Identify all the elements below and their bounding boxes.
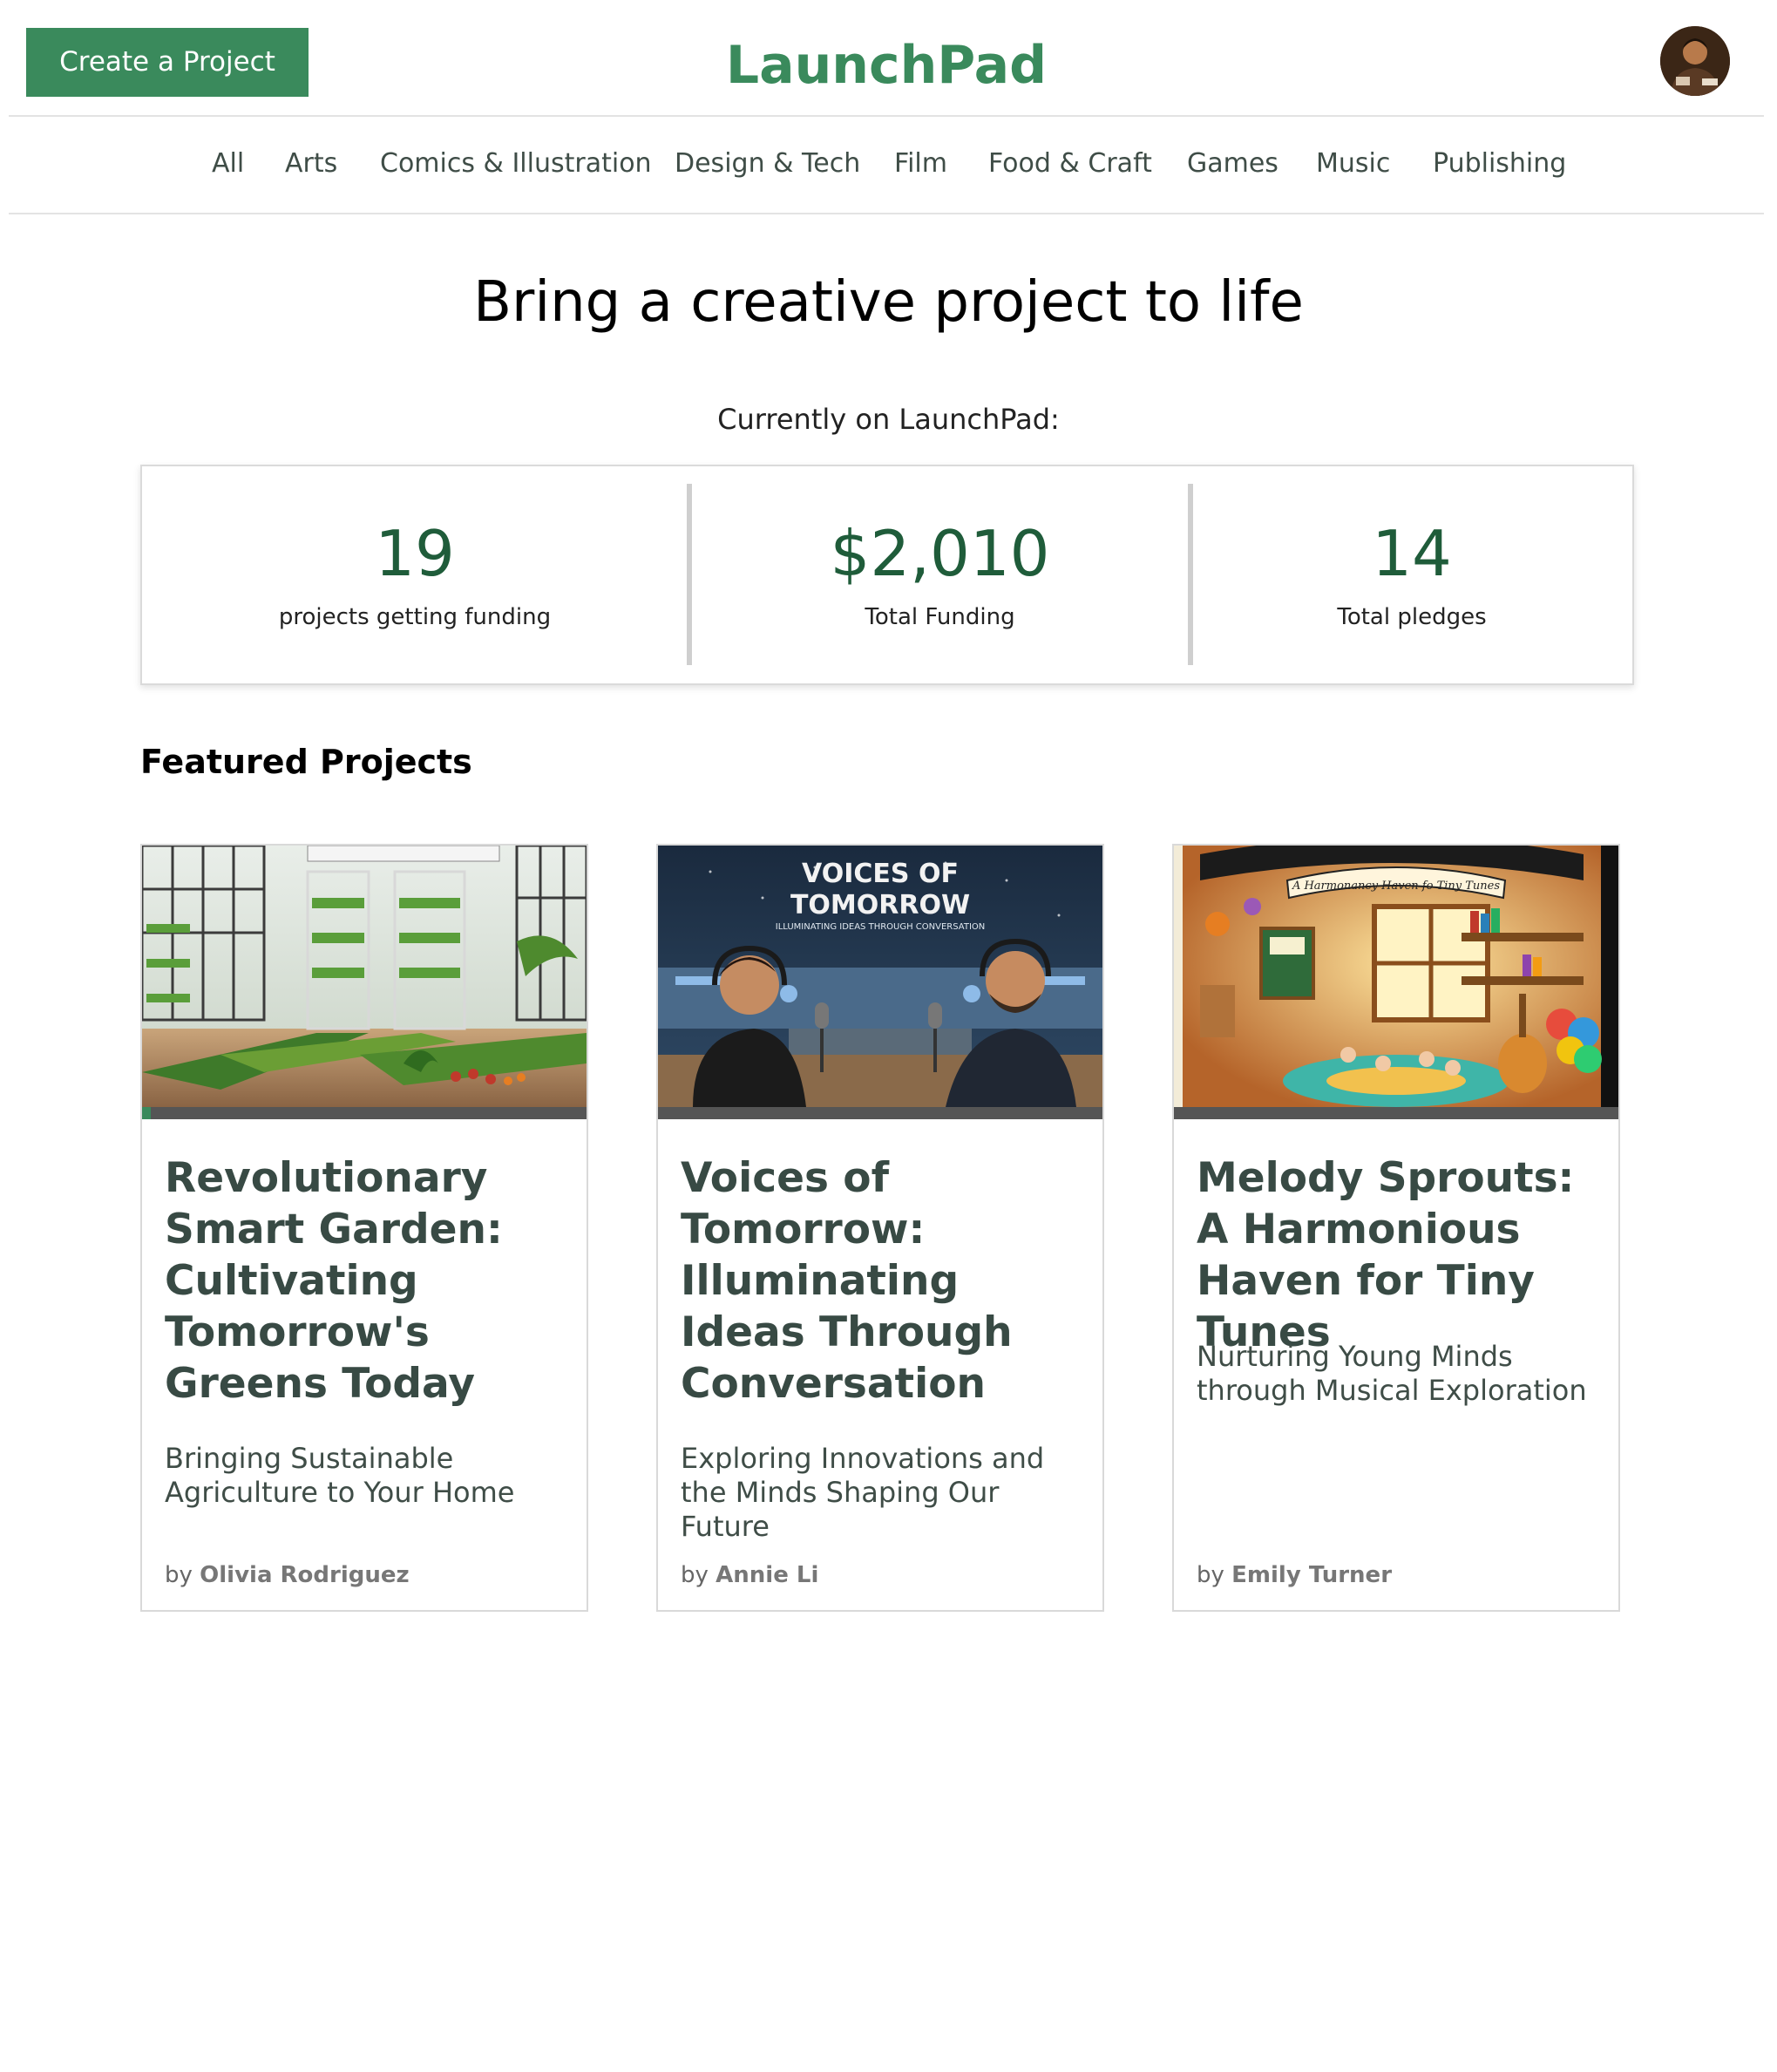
smart-garden-image [142,846,587,1107]
podcast-headline-1: VOICES OF [802,859,959,889]
funding-progress-bar [1174,1107,1618,1119]
author-name[interactable]: Annie Li [716,1562,818,1588]
funding-progress-bar [658,1107,1102,1119]
project-card[interactable]: A Harmonancy Haven fo Tiny Tunes Melody … [1172,844,1620,1612]
stat-projects-value: 19 [375,517,455,590]
project-description: Bringing Sustainable Agriculture to Your… [165,1442,515,1509]
stat-funding-label: Total Funding [865,604,1015,630]
top-header: Create a Project LaunchPad [9,0,1764,117]
funding-progress-fill [142,1107,152,1119]
nav-item-all[interactable]: All [212,148,244,179]
nav-item-film[interactable]: Film [894,148,947,179]
stats-panel: 19 projects getting funding $2,010 Total… [140,465,1634,685]
project-card[interactable]: VOICES OF TOMORROW ILLUMINATING IDEAS TH… [656,844,1104,1612]
stat-projects-label: projects getting funding [278,604,552,630]
nav-item-comics-illustration[interactable]: Comics & Illustration [380,148,652,179]
author-name[interactable]: Olivia Rodriguez [200,1562,410,1588]
nav-item-food-craft[interactable]: Food & Craft [988,148,1152,179]
author-by-label: by [165,1562,193,1588]
stat-funding: $2,010 Total Funding [692,466,1188,683]
project-description: Exploring Innovations and the Minds Shap… [681,1442,1045,1543]
nav-item-design-tech[interactable]: Design & Tech [675,148,860,179]
project-description: Nurturing Young Minds through Musical Ex… [1197,1340,1587,1407]
user-avatar[interactable] [1660,26,1730,96]
stat-pledges: 14 Total pledges [1193,466,1631,683]
nav-item-publishing[interactable]: Publishing [1433,148,1566,179]
stat-pledges-value: 14 [1372,517,1452,590]
project-title[interactable]: Voices of Tomorrow: Illuminating Ideas T… [681,1152,1090,1410]
stat-funding-value: $2,010 [830,517,1050,590]
nav-item-arts[interactable]: Arts [285,148,337,179]
hero-title: Bring a creative project to life [473,270,1304,335]
currently-label: Currently on LaunchPad: [717,403,1060,436]
author-name[interactable]: Emily Turner [1231,1562,1392,1588]
project-author: by Olivia Rodriguez [165,1562,410,1588]
create-project-button[interactable]: Create a Project [26,28,309,97]
category-nav: All Arts Comics & Illustration Design & … [9,117,1764,214]
project-author: by Emily Turner [1197,1562,1392,1588]
avatar-image [1660,26,1730,96]
project-title[interactable]: Revolutionary Smart Garden: Cultivating … [165,1152,574,1410]
featured-heading: Featured Projects [140,743,472,781]
podcast-image: VOICES OF TOMORROW ILLUMINATING IDEAS TH… [658,846,1102,1107]
music-nursery-image: A Harmonancy Haven fo Tiny Tunes [1174,846,1618,1107]
podcast-headline-2: TOMORROW [790,890,970,921]
project-card[interactable]: Revolutionary Smart Garden: Cultivating … [140,844,588,1612]
project-title[interactable]: Melody Sprouts: A Harmonious Haven for T… [1197,1152,1606,1358]
nav-item-games[interactable]: Games [1187,148,1278,179]
podcast-subline: ILLUMINATING IDEAS THROUGH CONVERSATION [776,922,986,932]
nav-item-music[interactable]: Music [1316,148,1390,179]
author-by-label: by [1197,1562,1224,1588]
stat-pledges-label: Total pledges [1337,604,1487,630]
author-by-label: by [681,1562,709,1588]
project-author: by Annie Li [681,1562,818,1588]
funding-progress-bar [142,1107,587,1119]
stat-projects: 19 projects getting funding [142,466,688,683]
melody-banner-text: A Harmonancy Haven fo Tiny Tunes [1292,880,1500,893]
